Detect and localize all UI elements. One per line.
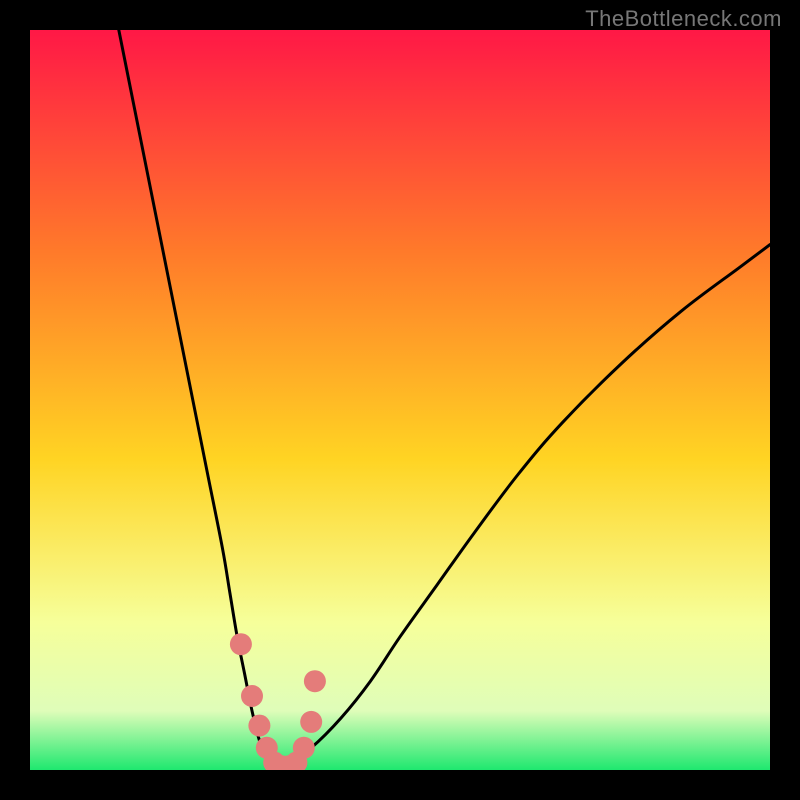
watermark-text: TheBottleneck.com — [585, 6, 782, 32]
chart-svg — [30, 30, 770, 770]
chart-frame: TheBottleneck.com — [0, 0, 800, 800]
data-marker — [241, 685, 263, 707]
data-marker — [230, 633, 252, 655]
data-marker — [248, 715, 270, 737]
data-marker — [304, 670, 326, 692]
data-marker — [300, 711, 322, 733]
data-marker — [293, 737, 315, 759]
bottleneck-chart — [30, 30, 770, 770]
